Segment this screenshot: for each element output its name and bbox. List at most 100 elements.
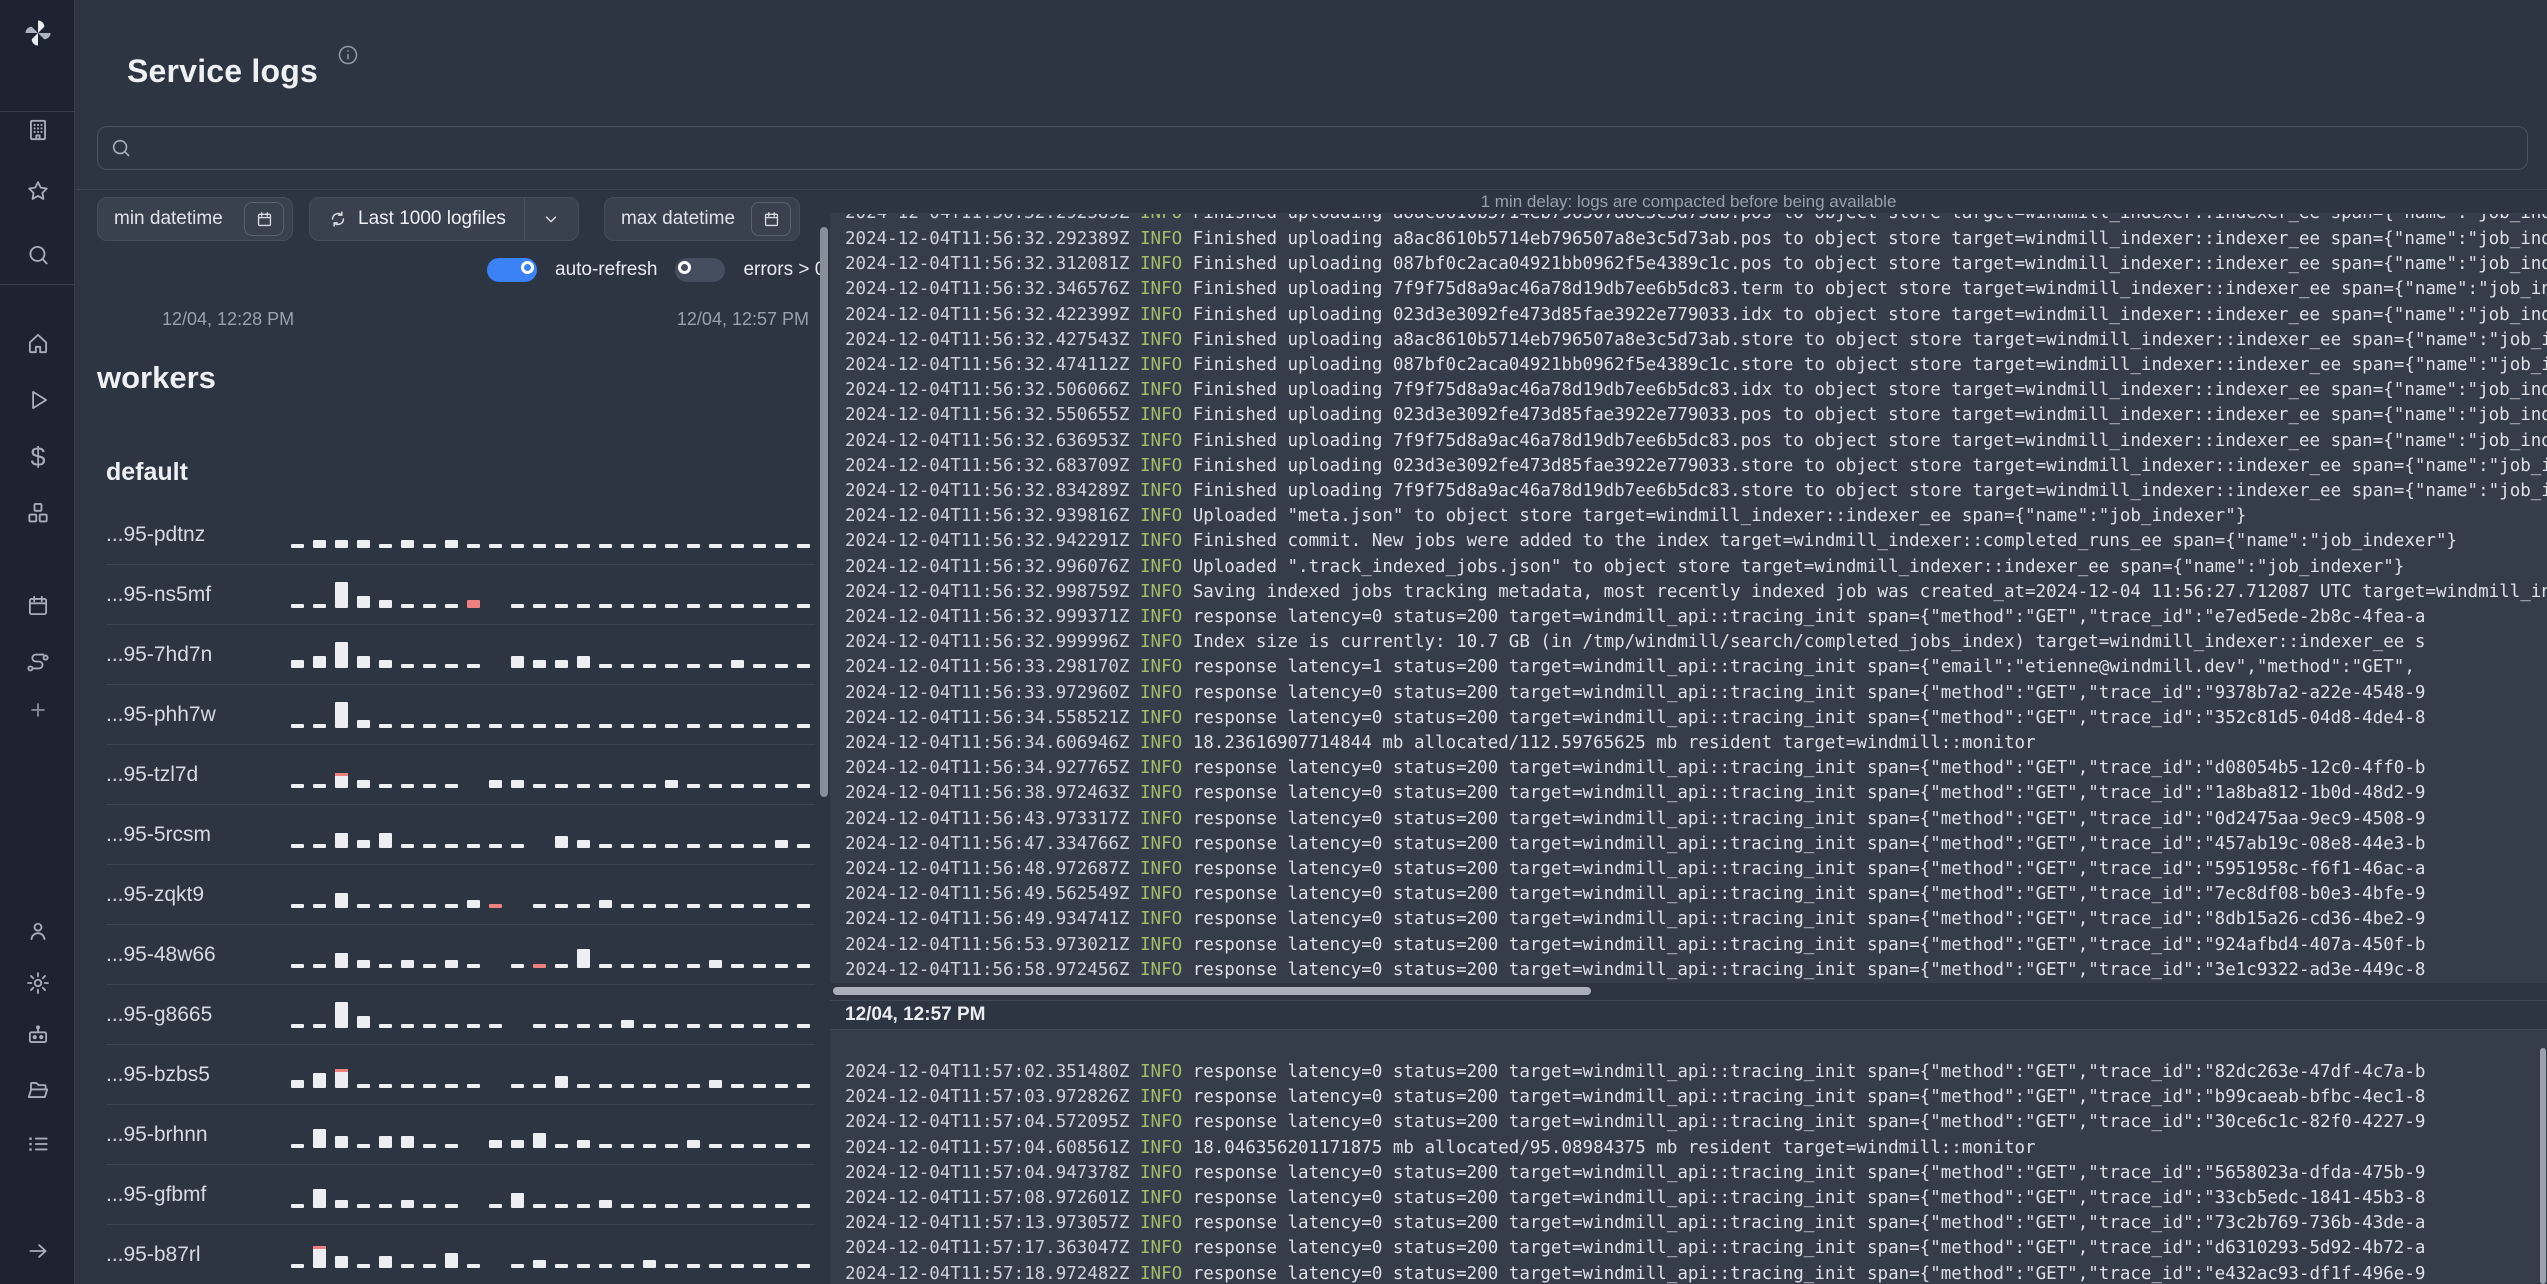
sparkline-bar: [313, 1188, 326, 1208]
errors-toggle[interactable]: [675, 258, 726, 282]
log-timestamp: 2024-12-04T11:57:08.972601Z: [845, 1188, 1130, 1209]
sparkline-bar: [577, 1203, 590, 1208]
list-icon[interactable]: [17, 1123, 59, 1165]
worker-name: ...95-zqkt9: [106, 882, 205, 906]
logfiles-dropdown-button[interactable]: [523, 198, 578, 240]
log-level: INFO: [1129, 959, 1193, 980]
calendar-icon[interactable]: [17, 585, 59, 627]
log-level: INFO: [1129, 808, 1193, 829]
windmill-logo[interactable]: [17, 12, 59, 54]
sparkline-bar: [445, 603, 458, 608]
sparkline-bar: [599, 723, 612, 728]
home-icon[interactable]: [17, 322, 59, 364]
sparkline-bar: [511, 1192, 524, 1208]
sparkline-bar: [379, 543, 392, 548]
worker-row[interactable]: ...95-g8665: [106, 985, 815, 1045]
workers-scrollbar[interactable]: [820, 227, 828, 797]
log-timestamp: 2024-12-04T11:56:49.934741Z: [845, 909, 1130, 930]
building-icon[interactable]: [17, 109, 59, 151]
worker-row[interactable]: ...95-tzl7d: [106, 745, 815, 805]
worker-row[interactable]: ...95-bzbs5: [106, 1045, 815, 1105]
max-datetime-field[interactable]: [604, 197, 800, 241]
sparkline-bar: [379, 1203, 392, 1208]
worker-sparkline: [291, 875, 815, 915]
sparkline-bar: [423, 1023, 436, 1028]
log-line: 2024-12-04T11:57:17.363047Z INFO respons…: [845, 1236, 2547, 1261]
min-datetime-calendar-button[interactable]: [244, 202, 284, 236]
sparkline-bar: [621, 723, 634, 728]
worker-sparkline: [291, 815, 815, 855]
log-message: Finished uploading 023d3e3092fe473d85fae…: [1192, 304, 2547, 325]
log-panel-2[interactable]: 2024-12-04T11:57:02.351480Z INFO respons…: [830, 1030, 2547, 1284]
sparkline-bar: [335, 952, 348, 968]
worker-row[interactable]: ...95-zqkt9: [106, 865, 815, 925]
sparkline-bar: [313, 963, 326, 968]
log-line: 2024-12-04T11:56:48.972687Z INFO respons…: [845, 857, 2547, 882]
sparkline-bar: [709, 783, 722, 788]
worker-row[interactable]: ...95-pdtnz: [106, 505, 815, 565]
log-timestamp: 2024-12-04T11:56:34.606946Z: [845, 733, 1130, 754]
sparkline-bar: [775, 663, 788, 668]
worker-row[interactable]: ...95-brhnn: [106, 1105, 815, 1165]
search-input[interactable]: [142, 136, 2515, 160]
route-icon[interactable]: [17, 642, 59, 684]
star-icon[interactable]: [17, 170, 59, 212]
worker-row[interactable]: ...95-5rcsm: [106, 805, 815, 865]
log-line: 2024-12-04T11:56:32.996076Z INFO Uploade…: [845, 555, 2547, 580]
max-datetime-input[interactable]: [619, 207, 751, 231]
log-timestamp: 2024-12-04T11:56:34.558521Z: [845, 707, 1130, 728]
dollar-icon[interactable]: $: [17, 436, 59, 478]
log-level: INFO: [1129, 355, 1193, 376]
worker-row[interactable]: ...95-7hd7n: [106, 625, 815, 685]
worker-row[interactable]: ...95-gfbmf: [106, 1165, 815, 1225]
plus-icon[interactable]: +: [17, 689, 59, 731]
sparkline-bar: [643, 1023, 656, 1028]
worker-row[interactable]: ...95-phh7w: [106, 685, 815, 745]
log-level: INFO: [1129, 657, 1193, 678]
search-nav-icon[interactable]: [17, 234, 59, 276]
sparkline-bar: [643, 903, 656, 908]
cubes-icon[interactable]: [17, 492, 59, 534]
log-level: INFO: [1129, 1162, 1193, 1183]
sparkline-bar: [379, 783, 392, 788]
sparkline-bar: [423, 1203, 436, 1208]
gear-icon[interactable]: [17, 962, 59, 1004]
logfiles-main[interactable]: Last 1000 logfiles: [310, 198, 524, 240]
log-level: INFO: [1129, 506, 1193, 527]
sparkline-bar: [687, 963, 700, 968]
sparkline-bar: [797, 543, 810, 548]
log-panel-1[interactable]: 2024-12-04T11:56:32.292389Z INFO Finishe…: [830, 213, 2547, 983]
logfiles-select[interactable]: Last 1000 logfiles: [309, 197, 579, 241]
play-icon[interactable]: [17, 379, 59, 421]
log-level: INFO: [1129, 833, 1193, 854]
person-icon[interactable]: [17, 910, 59, 952]
log-timestamp: 2024-12-04T11:56:32.346576Z: [845, 279, 1130, 300]
log-level: INFO: [1129, 229, 1193, 249]
auto-refresh-toggle[interactable]: [487, 258, 537, 282]
worker-sparkline: [291, 695, 815, 735]
info-icon[interactable]: [336, 43, 360, 67]
worker-row[interactable]: ...95-48w66: [106, 925, 815, 985]
log-panel-2-vertical-scrollbar[interactable]: [2540, 1048, 2546, 1284]
worker-row[interactable]: ...95-ns5mf: [106, 565, 815, 625]
sparkline-bar: [709, 959, 722, 968]
sparkline-bar: [665, 603, 678, 608]
log-panel-1-horizontal-scrollbar[interactable]: [833, 987, 1591, 995]
worker-sparkline: [291, 1235, 815, 1275]
robot-icon[interactable]: [17, 1014, 59, 1056]
folder-icon[interactable]: [17, 1069, 59, 1111]
sparkline-bar: [467, 599, 480, 608]
worker-name: ...95-ns5mf: [106, 582, 212, 606]
max-datetime-calendar-button[interactable]: [751, 202, 791, 236]
min-datetime-input[interactable]: [112, 207, 244, 231]
worker-row[interactable]: ...95-b87rl: [106, 1225, 815, 1284]
log-level: INFO: [1129, 607, 1193, 628]
arrow-right-icon[interactable]: [17, 1230, 59, 1272]
sparkline-bar: [621, 1019, 634, 1028]
log-timestamp: 2024-12-04T11:57:04.572095Z: [845, 1112, 1130, 1133]
sparkline-bar: [643, 663, 656, 668]
min-datetime-field[interactable]: [97, 197, 293, 241]
sparkline-bar: [401, 539, 414, 548]
sparkline-bar: [335, 832, 348, 848]
log-timestamp: 2024-12-04T11:56:32.996076Z: [845, 556, 1130, 577]
